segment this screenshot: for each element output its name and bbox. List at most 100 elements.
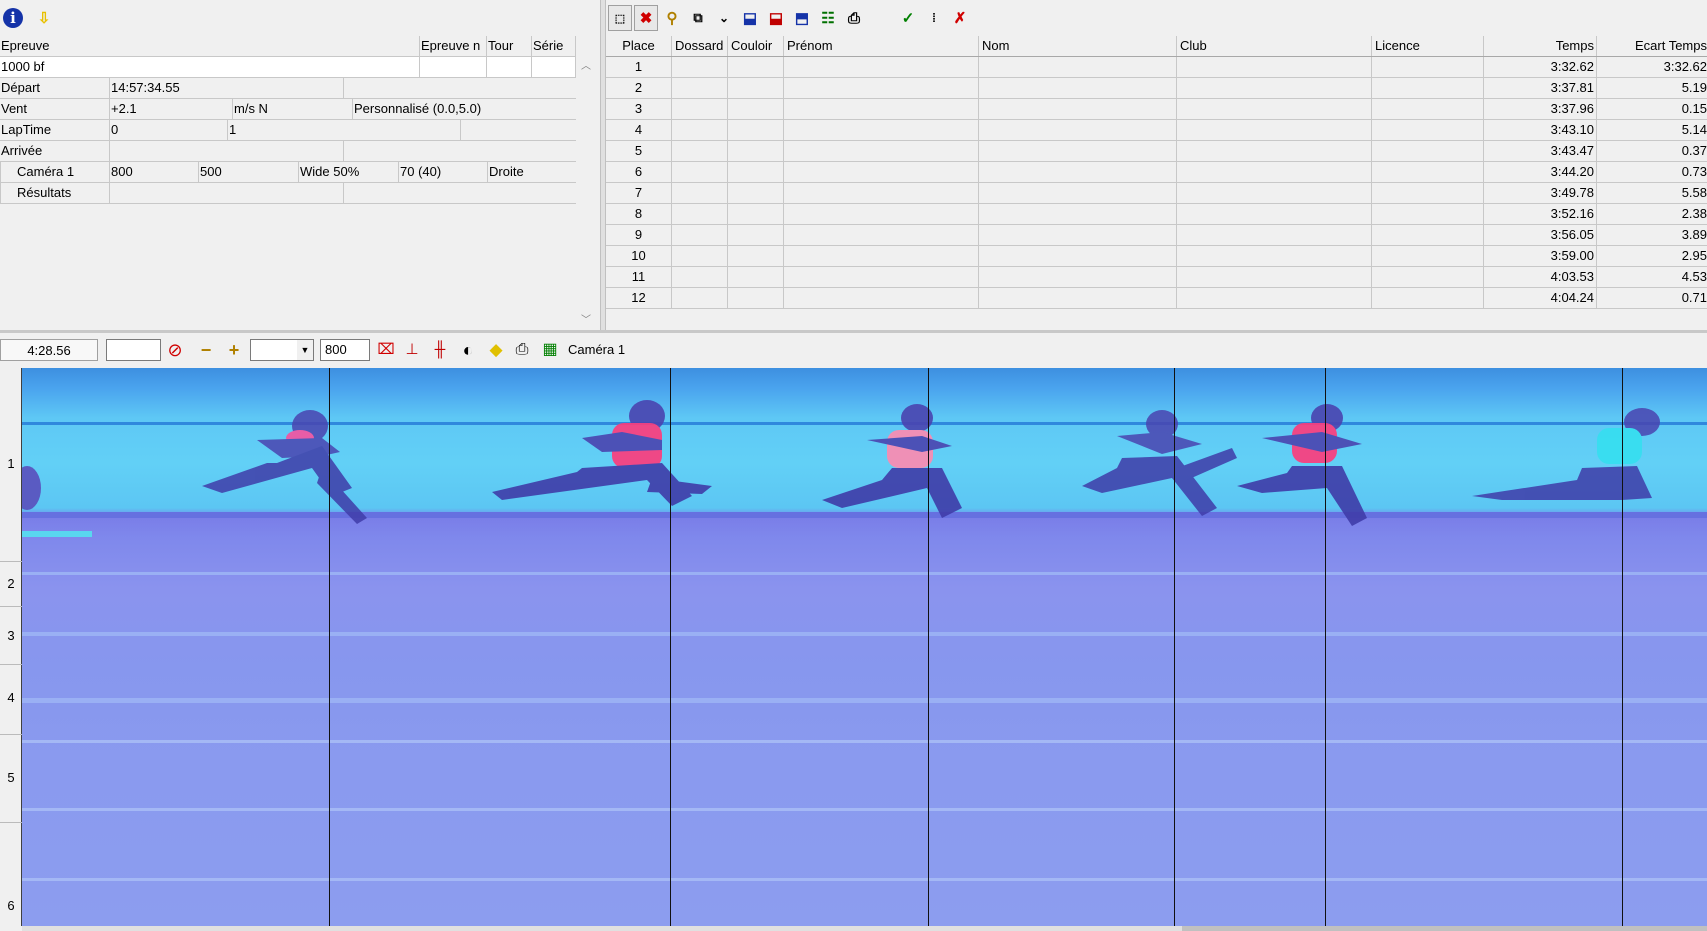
- time-marker-line[interactable]: [1174, 368, 1175, 926]
- left-scrollbar[interactable]: ︿ ﹀: [578, 57, 594, 327]
- couloir-cell[interactable]: [728, 267, 784, 287]
- prenom-cell[interactable]: [784, 141, 979, 161]
- search-icon[interactable]: ⚲: [660, 5, 684, 31]
- time-marker-line[interactable]: [670, 368, 671, 926]
- list-check-icon[interactable]: ☷: [816, 5, 840, 31]
- place-cell[interactable]: 6: [606, 162, 672, 182]
- place-cell[interactable]: 11: [606, 267, 672, 287]
- chevrons-down-icon[interactable]: ⌄: [712, 5, 736, 31]
- ecart-cell[interactable]: 0.37: [1597, 141, 1707, 161]
- dossard-cell[interactable]: [672, 78, 728, 98]
- licence-cell[interactable]: [1372, 162, 1484, 182]
- table-row[interactable]: 7 3:49.78 5.58: [606, 183, 1707, 204]
- prenom-cell[interactable]: [784, 183, 979, 203]
- col-licence[interactable]: Licence: [1372, 36, 1484, 56]
- temps-cell[interactable]: 4:03.53: [1484, 267, 1597, 287]
- align-icon[interactable]: ⊥: [400, 339, 424, 361]
- col-dossard[interactable]: Dossard: [672, 36, 728, 56]
- club-cell[interactable]: [1177, 288, 1372, 308]
- temps-cell[interactable]: 3:43.47: [1484, 141, 1597, 161]
- print-image-icon[interactable]: ⎙: [510, 339, 534, 361]
- place-cell[interactable]: 10: [606, 246, 672, 266]
- licence-cell[interactable]: [1372, 288, 1484, 308]
- col-temps[interactable]: Temps: [1484, 36, 1597, 56]
- export-red-icon[interactable]: ⬓: [764, 5, 788, 31]
- club-cell[interactable]: [1177, 267, 1372, 287]
- ecart-cell[interactable]: 4.53: [1597, 267, 1707, 287]
- dossard-cell[interactable]: [672, 57, 728, 77]
- dossard-cell[interactable]: [672, 267, 728, 287]
- image-scrollbar[interactable]: [22, 926, 1707, 931]
- arrow-down-icon[interactable]: ⇩: [32, 5, 56, 31]
- couloir-cell[interactable]: [728, 162, 784, 182]
- photo-finish-image[interactable]: [22, 368, 1707, 926]
- time-marker-line[interactable]: [329, 368, 330, 926]
- dossard-cell[interactable]: [672, 288, 728, 308]
- table-row[interactable]: 6 3:44.20 0.73: [606, 162, 1707, 183]
- camera-value-3[interactable]: Wide 50%: [299, 162, 399, 182]
- couloir-cell[interactable]: [728, 183, 784, 203]
- vent-value[interactable]: +2.1: [110, 99, 233, 119]
- serie-cell[interactable]: [532, 57, 576, 77]
- clear-marks-icon[interactable]: ⌧: [374, 339, 398, 361]
- club-cell[interactable]: [1177, 141, 1372, 161]
- ecart-cell[interactable]: 0.71: [1597, 288, 1707, 308]
- licence-cell[interactable]: [1372, 246, 1484, 266]
- licence-cell[interactable]: [1372, 99, 1484, 119]
- temps-cell[interactable]: 3:43.10: [1484, 120, 1597, 140]
- chevron-down-icon[interactable]: ▼: [297, 340, 313, 360]
- dossard-cell[interactable]: [672, 204, 728, 224]
- split-icon[interactable]: ⁞: [922, 5, 946, 31]
- col-club[interactable]: Club: [1177, 36, 1372, 56]
- nom-cell[interactable]: [979, 78, 1177, 98]
- club-cell[interactable]: [1177, 225, 1372, 245]
- ecart-cell[interactable]: 3:32.62: [1597, 57, 1707, 77]
- couloir-cell[interactable]: [728, 288, 784, 308]
- camera-value-4[interactable]: 70 (40): [399, 162, 488, 182]
- place-cell[interactable]: 9: [606, 225, 672, 245]
- club-cell[interactable]: [1177, 120, 1372, 140]
- prenom-cell[interactable]: [784, 246, 979, 266]
- nom-cell[interactable]: [979, 57, 1177, 77]
- dossard-cell[interactable]: [672, 225, 728, 245]
- table-row[interactable]: 8 3:52.16 2.38: [606, 204, 1707, 225]
- prenom-cell[interactable]: [784, 267, 979, 287]
- zoom-in-icon[interactable]: +: [222, 339, 246, 361]
- diamond-icon[interactable]: ◆: [484, 339, 508, 361]
- temps-cell[interactable]: 3:37.96: [1484, 99, 1597, 119]
- place-cell[interactable]: 3: [606, 99, 672, 119]
- couloir-cell[interactable]: [728, 141, 784, 161]
- scroll-up-icon[interactable]: ︿: [578, 57, 594, 73]
- place-cell[interactable]: 5: [606, 141, 672, 161]
- ecart-cell[interactable]: 5.14: [1597, 120, 1707, 140]
- split-lines-icon[interactable]: ╫: [428, 339, 452, 361]
- ecart-cell[interactable]: 2.95: [1597, 246, 1707, 266]
- dossard-cell[interactable]: [672, 99, 728, 119]
- time-input[interactable]: [106, 339, 161, 361]
- scroll-down-icon[interactable]: ﹀: [578, 311, 594, 327]
- nom-cell[interactable]: [979, 141, 1177, 161]
- temps-cell[interactable]: 3:52.16: [1484, 204, 1597, 224]
- couloir-cell[interactable]: [728, 78, 784, 98]
- check-down-icon[interactable]: ✓: [896, 5, 920, 31]
- event-name[interactable]: 1000 bf: [0, 57, 420, 77]
- table-row[interactable]: 2 3:37.81 5.19: [606, 78, 1707, 99]
- table-row[interactable]: 1 3:32.62 3:32.62: [606, 57, 1707, 78]
- club-cell[interactable]: [1177, 78, 1372, 98]
- prenom-cell[interactable]: [784, 78, 979, 98]
- image-scroll-thumb[interactable]: [1182, 926, 1707, 931]
- nom-cell[interactable]: [979, 183, 1177, 203]
- dossard-cell[interactable]: [672, 120, 728, 140]
- licence-cell[interactable]: [1372, 183, 1484, 203]
- col-place[interactable]: Place: [606, 36, 672, 56]
- horizontal-splitter[interactable]: [0, 330, 1707, 333]
- table-row[interactable]: 10 3:59.00 2.95: [606, 246, 1707, 267]
- zoom-select[interactable]: ▼: [250, 339, 314, 361]
- prenom-cell[interactable]: [784, 99, 979, 119]
- col-couloir[interactable]: Couloir: [728, 36, 784, 56]
- prenom-cell[interactable]: [784, 225, 979, 245]
- temps-cell[interactable]: 3:44.20: [1484, 162, 1597, 182]
- laptime-value-1[interactable]: 0: [110, 120, 228, 140]
- table-row[interactable]: 11 4:03.53 4.53: [606, 267, 1707, 288]
- temps-cell[interactable]: 4:04.24: [1484, 288, 1597, 308]
